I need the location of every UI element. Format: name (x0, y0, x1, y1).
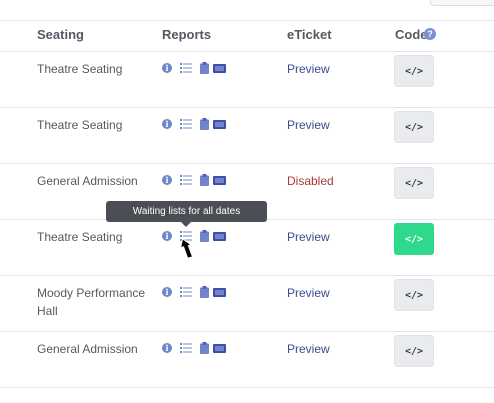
header-reports: Reports (162, 27, 212, 42)
waiting-list-icon[interactable] (180, 62, 192, 74)
ticket-icon[interactable] (213, 232, 226, 241)
waiting-list-icon[interactable] (180, 174, 192, 186)
seating-cell: Theatre Seating (37, 118, 123, 132)
header-eticket: eTicket (287, 27, 332, 42)
header-code: Code (395, 27, 428, 42)
clipboard-icon[interactable] (200, 230, 209, 242)
clipboard-icon[interactable] (200, 62, 209, 74)
info-icon[interactable]: i (162, 119, 172, 129)
table-row: Theatre Seating i Preview </> (0, 220, 494, 276)
embed-code-button[interactable]: </> (394, 111, 434, 143)
mouse-cursor-icon (181, 238, 194, 259)
table-row: Theatre Seating i Preview </> (0, 108, 494, 164)
waiting-list-icon[interactable] (180, 118, 192, 130)
seating-cell: General Admission (37, 342, 138, 356)
embed-code-button-active[interactable]: </> (394, 223, 434, 255)
embed-code-button[interactable]: </> (394, 167, 434, 199)
clipboard-icon[interactable] (200, 118, 209, 130)
ticket-icon[interactable] (213, 288, 226, 297)
table-row: General Admission i Preview </> (0, 332, 494, 388)
seating-cell: General Admission (37, 174, 138, 188)
eticket-preview-link[interactable]: Preview (287, 60, 330, 78)
seating-cell: Moody Performance Hall (37, 286, 146, 318)
header-seating: Seating (37, 27, 84, 42)
info-icon[interactable]: i (162, 231, 172, 241)
eticket-preview-link[interactable]: Preview (287, 116, 330, 134)
waiting-list-icon[interactable] (180, 342, 192, 354)
table-header: Seating Reports eTicket Code ? (0, 21, 494, 52)
ticket-icon[interactable] (213, 344, 226, 353)
embed-code-button[interactable]: </> (394, 335, 434, 367)
info-icon[interactable]: i (162, 343, 172, 353)
ticket-icon[interactable] (213, 120, 226, 129)
tooltip: Waiting lists for all dates (106, 201, 267, 227)
eticket-preview-link[interactable]: Preview (287, 228, 330, 246)
seating-cell: Theatre Seating (37, 62, 123, 76)
eticket-preview-link[interactable]: Preview (287, 284, 330, 302)
clipboard-icon[interactable] (200, 342, 209, 354)
ticket-icon[interactable] (213, 64, 226, 73)
clipboard-icon[interactable] (200, 174, 209, 186)
eticket-status: Disabled (287, 174, 334, 188)
top-right-button[interactable] (430, 0, 494, 6)
eticket-preview-link[interactable]: Preview (287, 340, 330, 358)
info-icon[interactable]: i (162, 287, 172, 297)
help-icon[interactable]: ? (424, 28, 436, 40)
table-row: Theatre Seating i Preview </> (0, 52, 494, 108)
embed-code-button[interactable]: </> (394, 279, 434, 311)
info-icon[interactable]: i (162, 63, 172, 73)
table-row: Moody Performance Hall i Preview </> (0, 276, 494, 332)
waiting-list-icon[interactable] (180, 286, 192, 298)
seating-cell: Theatre Seating (37, 230, 123, 244)
ticket-icon[interactable] (213, 176, 226, 185)
clipboard-icon[interactable] (200, 286, 209, 298)
embed-code-button[interactable]: </> (394, 55, 434, 87)
info-icon[interactable]: i (162, 175, 172, 185)
